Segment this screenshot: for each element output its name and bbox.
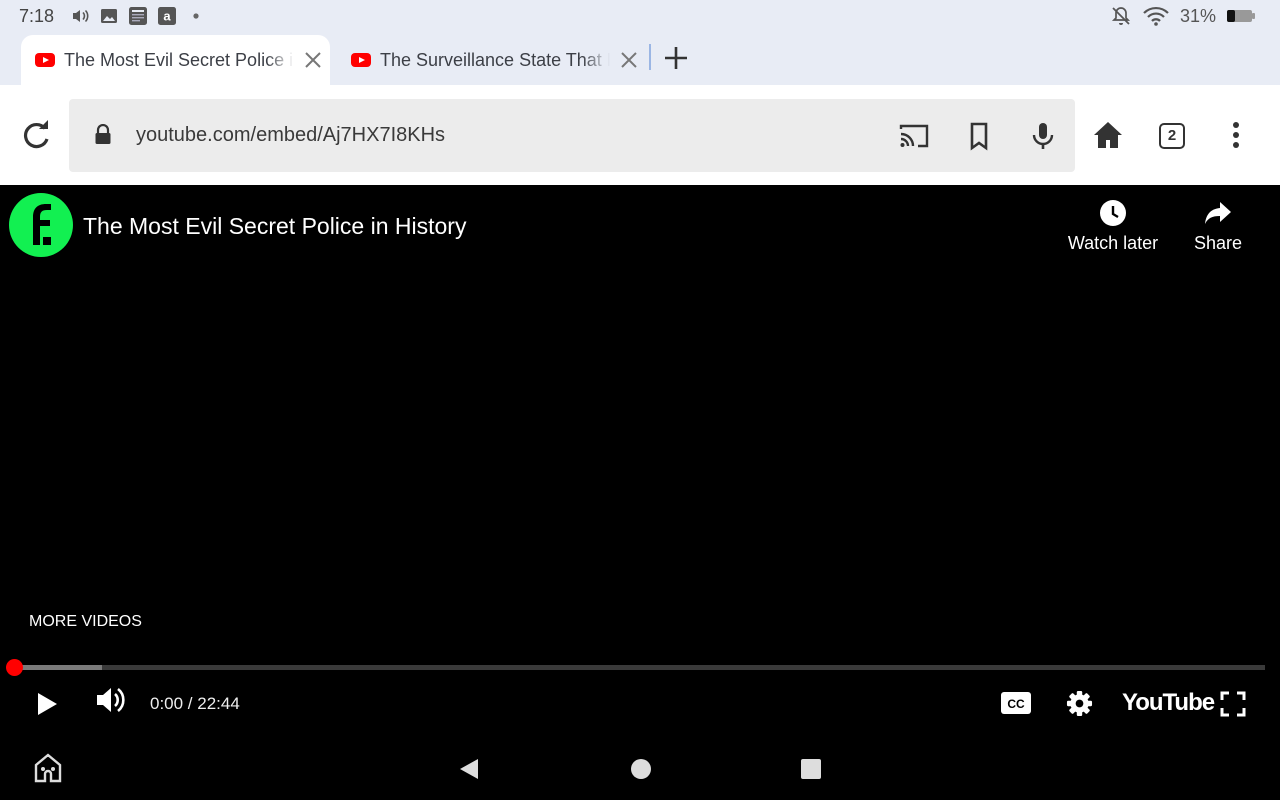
battery-icon (1227, 10, 1255, 22)
new-tab-button[interactable] (662, 44, 690, 72)
captions-icon[interactable]: CC (1000, 691, 1032, 715)
video-title[interactable]: The Most Evil Secret Police in History (83, 213, 466, 240)
tab-switcher-icon[interactable]: 2 (1159, 123, 1185, 149)
share-icon (1205, 202, 1231, 224)
channel-logo[interactable] (9, 193, 73, 257)
fullscreen-icon[interactable] (1219, 690, 1247, 718)
status-time: 7:18 (19, 6, 55, 26)
tab-1-title: The Most Evil Secret Police in History (64, 49, 294, 70)
play-icon[interactable] (34, 690, 60, 718)
mic-icon[interactable] (1027, 120, 1059, 152)
cast-icon[interactable] (898, 120, 930, 152)
clock-icon (1100, 200, 1126, 226)
share-button[interactable]: Share (1186, 199, 1250, 254)
wifi-icon (1143, 6, 1169, 26)
notifications-off-icon (1111, 7, 1131, 25)
image-icon (101, 9, 117, 23)
volume-icon (73, 9, 89, 23)
status-bar: 7:18 a 31% (0, 0, 1280, 32)
recents-icon[interactable] (800, 758, 822, 780)
watch-later-label: Watch later (1067, 233, 1159, 253)
time-display: 0:00 / 22:44 (150, 694, 240, 713)
video-player[interactable]: The Most Evil Secret Police in History W… (0, 185, 1280, 740)
lock-icon[interactable] (93, 124, 113, 146)
tab-1[interactable]: The Most Evil Secret Police in History (21, 35, 330, 85)
youtube-icon (35, 53, 55, 67)
dot-icon (193, 13, 199, 19)
progress-buffered (14, 665, 102, 670)
channel-logo-mark (33, 204, 51, 245)
battery-percent: 31% (1179, 5, 1216, 26)
home-icon[interactable] (1092, 119, 1124, 151)
tab-strip: The Most Evil Secret Police in History T… (0, 32, 1280, 85)
address-bar[interactable]: youtube.com/embed/Aj7HX7I8KHs (69, 99, 1075, 172)
watch-later-button[interactable]: Watch later (1062, 199, 1164, 254)
url-text[interactable]: youtube.com/embed/Aj7HX7I8KHs (136, 124, 445, 147)
tab-2[interactable]: The Surveillance State That Didn't Need … (337, 35, 646, 85)
close-icon[interactable] (302, 49, 324, 71)
system-nav-bar (0, 740, 1280, 800)
volume-icon[interactable] (94, 685, 126, 715)
share-label: Share (1193, 233, 1243, 253)
close-icon[interactable] (618, 49, 640, 71)
back-icon[interactable] (458, 757, 480, 781)
svg-text:CC: CC (1007, 697, 1025, 711)
amazon-icon: a (158, 7, 176, 25)
screen: 7:18 a 31% The Most Evil Secret Police i… (0, 0, 1280, 800)
tab-divider (649, 44, 651, 70)
progress-bar[interactable] (14, 665, 1265, 670)
tab-2-title: The Surveillance State That Didn't Need … (380, 49, 610, 70)
news-app-icon (129, 7, 147, 25)
youtube-logo-button[interactable]: YouTube (1122, 689, 1215, 717)
bookmark-icon[interactable] (963, 120, 995, 152)
svg-text:a: a (163, 9, 171, 24)
browser-toolbar: youtube.com/embed/Aj7HX7I8KHs 2 (0, 85, 1280, 185)
more-menu-icon[interactable] (1220, 119, 1252, 151)
youtube-icon (351, 53, 371, 67)
progress-scrubber[interactable] (6, 659, 23, 676)
status-right-group: 31% (1110, 5, 1256, 27)
reload-icon[interactable] (21, 119, 53, 151)
home-nav-icon[interactable] (630, 758, 652, 780)
more-videos-button[interactable]: MORE VIDEOS (29, 613, 142, 631)
kids-mode-icon[interactable] (34, 753, 62, 783)
settings-icon[interactable] (1066, 690, 1093, 717)
